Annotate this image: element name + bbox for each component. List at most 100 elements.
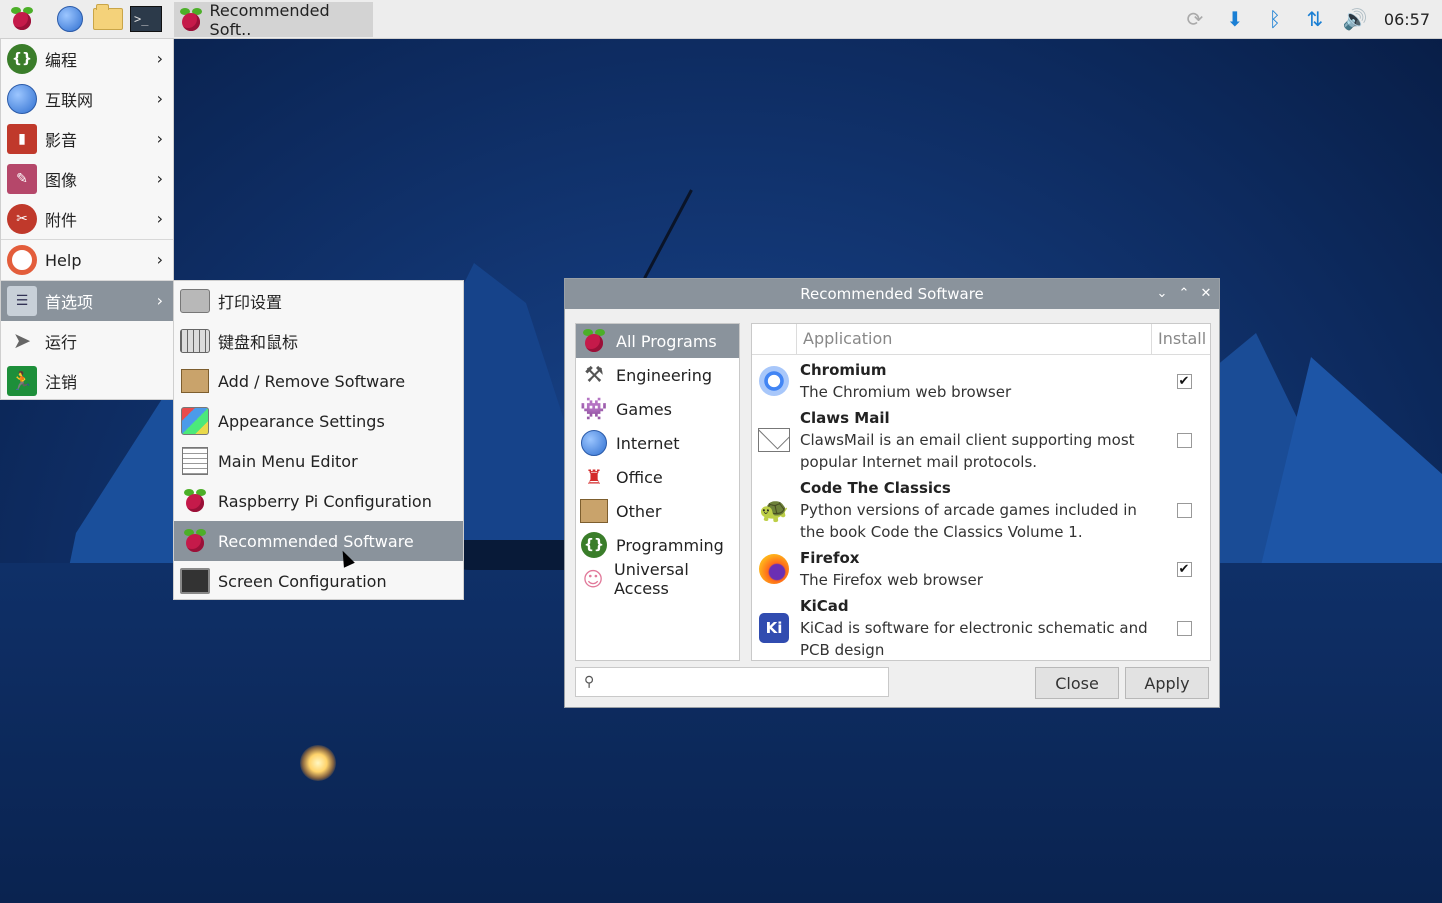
menu-item-media[interactable]: ▮ 影音 › bbox=[1, 119, 173, 159]
submenu-item-main-menu-editor[interactable]: Main Menu Editor bbox=[174, 441, 463, 481]
file-manager-launcher[interactable] bbox=[92, 4, 124, 34]
lantern bbox=[300, 745, 336, 781]
install-checkbox[interactable] bbox=[1176, 432, 1192, 448]
submenu-item-label: 键盘和鼠标 bbox=[218, 333, 299, 352]
submenu-item-rpi-configuration[interactable]: Raspberry Pi Configuration bbox=[174, 481, 463, 521]
accessories-icon: ✂ bbox=[7, 204, 37, 234]
category-label: Universal Access bbox=[614, 560, 689, 598]
menu-item-label: 互联网 bbox=[45, 91, 94, 110]
category-internet[interactable]: Internet bbox=[576, 426, 739, 460]
table-row[interactable]: Firefox The Firefox web browser ✔ bbox=[752, 543, 1210, 591]
globe-icon bbox=[581, 430, 607, 456]
category-label: Programming bbox=[616, 535, 724, 555]
submenu-item-print-settings[interactable]: 打印设置 bbox=[174, 281, 463, 321]
menu-item-accessories[interactable]: ✂ 附件 › bbox=[1, 199, 173, 239]
dialog-title: Recommended Software bbox=[800, 285, 984, 303]
menu-item-run[interactable]: ➤ 运行 bbox=[1, 321, 173, 361]
category-list: All Programs ⚒ Engineering 👾 Games Inter… bbox=[575, 323, 740, 661]
category-programming[interactable]: {} Programming bbox=[576, 528, 739, 562]
category-other[interactable]: Other bbox=[576, 494, 739, 528]
table-row[interactable]: Ki KiCad KiCad is software for electroni… bbox=[752, 591, 1210, 660]
preferences-icon: ☰ bbox=[7, 286, 37, 316]
programming-icon: {} bbox=[581, 532, 607, 558]
category-games[interactable]: 👾 Games bbox=[576, 392, 739, 426]
browser-launcher[interactable] bbox=[54, 4, 86, 34]
maximize-button[interactable]: ⌃ bbox=[1177, 285, 1191, 303]
category-all-programs[interactable]: All Programs bbox=[576, 324, 739, 358]
invader-icon: 👾 bbox=[580, 396, 608, 422]
dialog-titlebar[interactable]: Recommended Software ⌄ ⌃ ✕ bbox=[565, 279, 1219, 309]
table-row[interactable]: 🐢 Code The Classics Python versions of a… bbox=[752, 473, 1210, 543]
app-name: Code The Classics bbox=[800, 479, 951, 497]
submenu-item-screen-configuration[interactable]: Screen Configuration bbox=[174, 561, 463, 601]
paintbrush-icon: ✎ bbox=[7, 164, 37, 194]
table-header: Application Install bbox=[752, 324, 1210, 355]
install-checkbox[interactable]: ✔ bbox=[1176, 561, 1192, 577]
submenu-item-recommended-software[interactable]: Recommended Software bbox=[174, 521, 463, 561]
category-office[interactable]: ♜ Office bbox=[576, 460, 739, 494]
install-column-header[interactable]: Install bbox=[1152, 324, 1210, 354]
menu-item-label: 图像 bbox=[45, 171, 78, 190]
submenu-item-label: Add / Remove Software bbox=[218, 371, 406, 391]
menu-item-label: 首选项 bbox=[45, 293, 94, 312]
submenu-item-label: Recommended Software bbox=[218, 531, 414, 551]
main-menu: {} 编程 › 互联网 › ▮ 影音 › ✎ 图像 › ✂ 附件 › Help … bbox=[0, 38, 174, 400]
category-universal-access[interactable]: ☺ Universal Access bbox=[576, 560, 739, 598]
chevron-right-icon: › bbox=[156, 169, 163, 188]
sync-icon[interactable]: ⟳ bbox=[1182, 6, 1208, 32]
globe-icon bbox=[57, 6, 83, 32]
minimize-button[interactable]: ⌄ bbox=[1155, 285, 1169, 303]
install-checkbox[interactable]: ✔ bbox=[1176, 373, 1192, 389]
app-name: Firefox bbox=[800, 549, 860, 567]
menu-item-logout[interactable]: 🏃 注销 bbox=[1, 361, 173, 401]
menu-item-help[interactable]: Help › bbox=[1, 240, 173, 280]
menu-item-internet[interactable]: 互联网 › bbox=[1, 79, 173, 119]
category-label: Engineering bbox=[616, 365, 712, 385]
icon-column-header bbox=[752, 324, 797, 354]
lamp-icon: ♜ bbox=[585, 465, 603, 489]
rpi-icon bbox=[180, 7, 202, 32]
updates-icon[interactable]: ⬇ bbox=[1222, 6, 1248, 32]
menu-item-label: 运行 bbox=[45, 333, 78, 352]
clock[interactable]: 06:57 bbox=[1384, 10, 1430, 29]
terminal-launcher[interactable]: >_ bbox=[130, 4, 162, 34]
globe-icon bbox=[7, 84, 37, 114]
submenu-item-keyboard-mouse[interactable]: 键盘和鼠标 bbox=[174, 321, 463, 361]
submenu-item-appearance-settings[interactable]: Appearance Settings bbox=[174, 401, 463, 441]
chevron-right-icon: › bbox=[156, 250, 163, 269]
application-column-header[interactable]: Application bbox=[797, 324, 1152, 354]
volume-icon[interactable]: 🔊 bbox=[1342, 6, 1368, 32]
table-row[interactable]: Claws Mail ClawsMail is an email client … bbox=[752, 403, 1210, 473]
menu-item-graphics[interactable]: ✎ 图像 › bbox=[1, 159, 173, 199]
rpi-menu-button[interactable] bbox=[6, 4, 38, 34]
compass-icon: ⚒ bbox=[584, 362, 604, 388]
taskbar-task-recommended-software[interactable]: Recommended Soft.. bbox=[174, 0, 373, 39]
monitor-icon bbox=[180, 568, 210, 594]
install-checkbox[interactable] bbox=[1176, 620, 1192, 636]
rpi-menu-icon bbox=[11, 7, 33, 31]
rpi-icon bbox=[583, 329, 605, 353]
search-input[interactable] bbox=[594, 668, 888, 696]
media-icon: ▮ bbox=[7, 124, 37, 154]
bluetooth-icon[interactable]: ᛒ bbox=[1262, 6, 1288, 32]
category-label: Other bbox=[616, 501, 662, 521]
search-box[interactable]: ⚲ bbox=[575, 667, 889, 697]
network-icon[interactable]: ⇅ bbox=[1302, 6, 1328, 32]
apply-button[interactable]: Apply bbox=[1125, 667, 1209, 699]
close-window-button[interactable]: ✕ bbox=[1199, 285, 1213, 303]
app-name: Chromium bbox=[800, 361, 887, 379]
lifebuoy-icon bbox=[7, 245, 37, 275]
kicad-icon: Ki bbox=[759, 613, 789, 643]
close-button[interactable]: Close bbox=[1035, 667, 1119, 699]
terminal-icon: >_ bbox=[130, 6, 162, 32]
category-engineering[interactable]: ⚒ Engineering bbox=[576, 358, 739, 392]
task-label: Recommended Soft.. bbox=[209, 0, 330, 39]
app-description: Python versions of arcade games included… bbox=[800, 501, 1137, 541]
rpi-icon bbox=[184, 529, 206, 553]
submenu-item-add-remove-software[interactable]: Add / Remove Software bbox=[174, 361, 463, 401]
menu-item-programming[interactable]: {} 编程 › bbox=[1, 39, 173, 79]
submenu-item-label: 打印设置 bbox=[218, 293, 283, 312]
table-row[interactable]: Chromium The Chromium web browser ✔ bbox=[752, 355, 1210, 403]
install-checkbox[interactable] bbox=[1176, 502, 1192, 518]
menu-item-preferences[interactable]: ☰ 首选项 › bbox=[1, 281, 173, 321]
